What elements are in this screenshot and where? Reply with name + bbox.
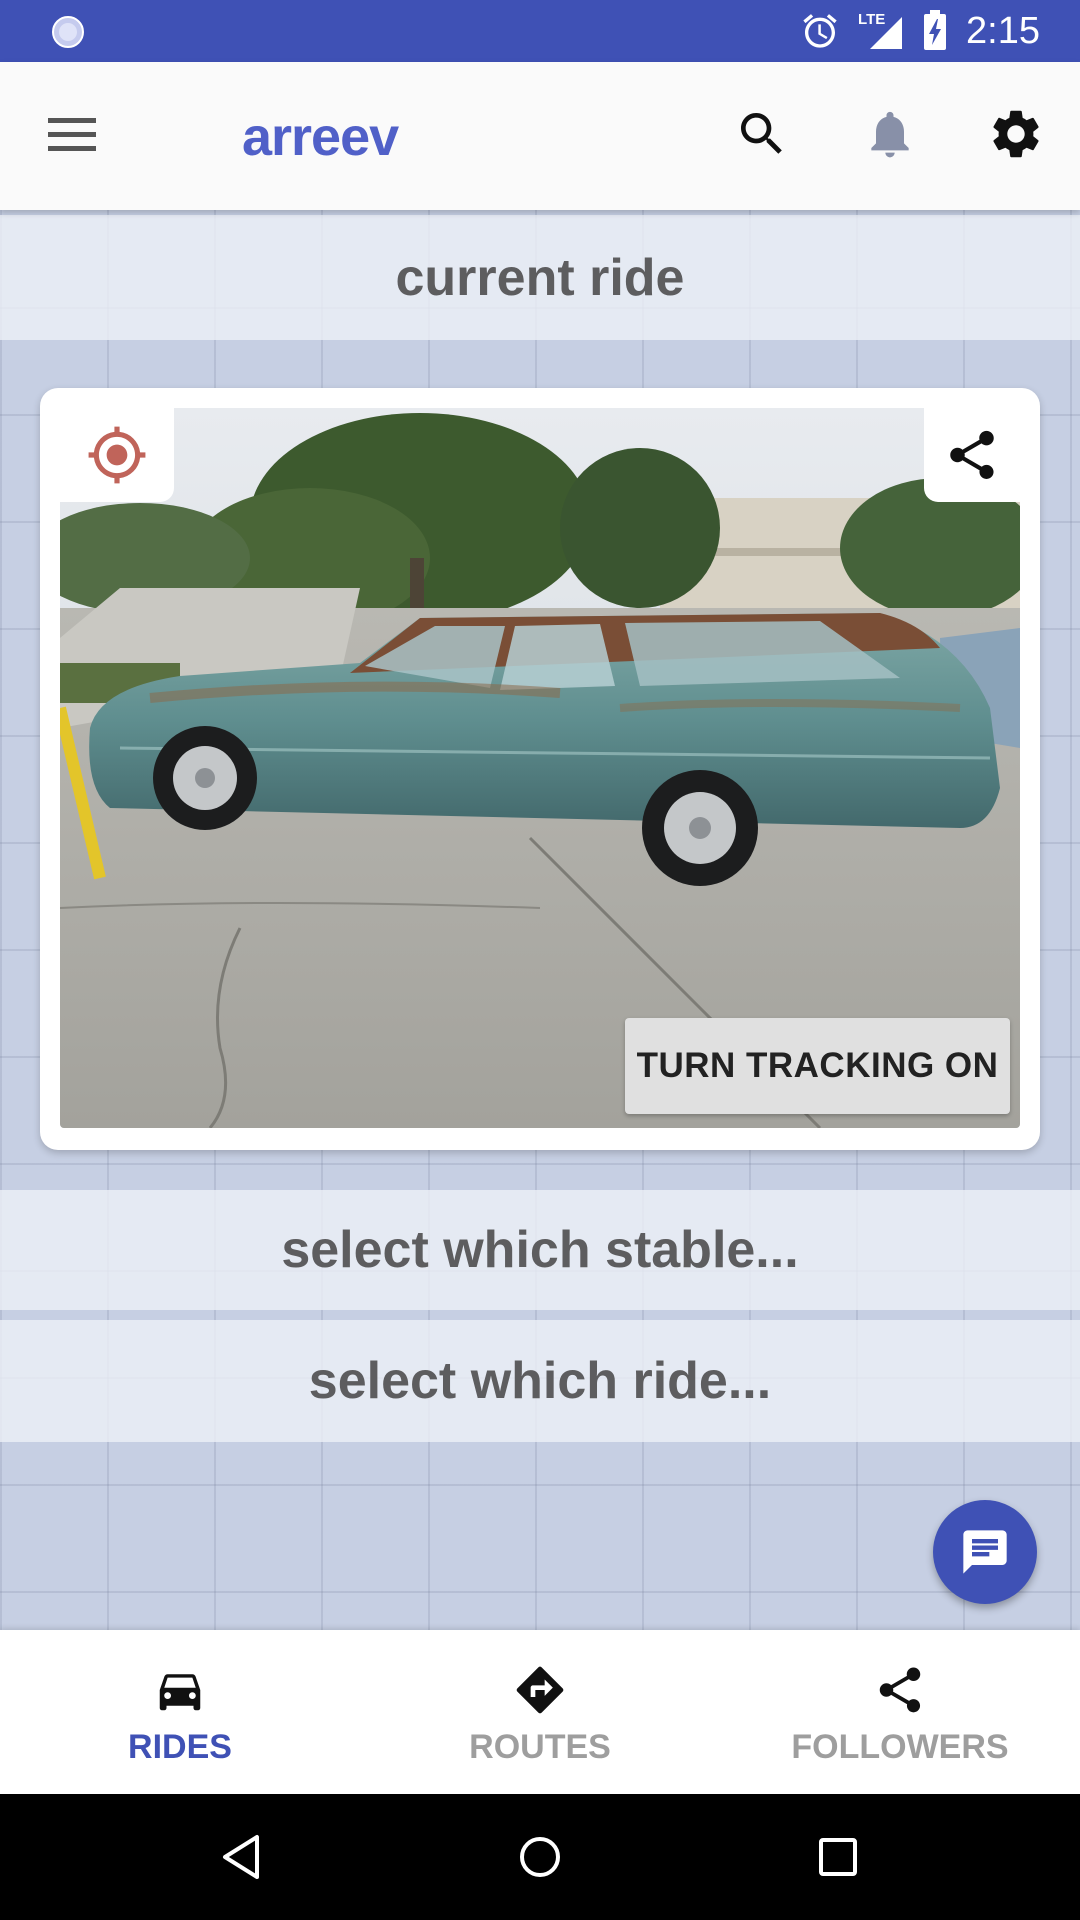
bottom-navigation: RIDES ROUTES FOLLOWERS: [0, 1630, 1080, 1794]
car-icon: [152, 1662, 208, 1718]
nav-tab-rides[interactable]: RIDES: [0, 1630, 360, 1794]
menu-icon[interactable]: [44, 112, 100, 158]
directions-icon: [512, 1662, 568, 1718]
my-location-icon: [88, 426, 146, 484]
select-stable-dropdown[interactable]: select which stable...: [0, 1190, 1080, 1310]
status-icons: LTE 2:15: [800, 8, 1040, 54]
chat-fab-button[interactable]: [933, 1500, 1037, 1604]
clock-time: 2:15: [966, 9, 1040, 52]
nav-tab-label: ROUTES: [469, 1728, 611, 1766]
select-ride-dropdown[interactable]: select which ride...: [0, 1320, 1080, 1442]
share-ride-button[interactable]: [924, 408, 1020, 502]
chat-message-icon: [963, 1530, 1007, 1574]
share-icon: [950, 430, 994, 479]
app-bar: arreev: [0, 62, 1080, 210]
my-location-button[interactable]: [60, 408, 174, 502]
home-icon[interactable]: [507, 1824, 573, 1890]
search-icon[interactable]: [730, 102, 794, 166]
status-bar: LTE 2:15: [0, 0, 1080, 62]
nav-tab-label: RIDES: [128, 1728, 232, 1766]
lte-signal-icon: LTE: [858, 11, 904, 51]
current-ride-header: current ride: [0, 215, 1080, 340]
alarm-icon: [803, 14, 837, 48]
app-title: arreev: [242, 107, 399, 167]
current-ride-card: TURN TRACKING ON: [40, 388, 1040, 1150]
system-navigation-bar: [0, 1794, 1080, 1920]
settings-gear-icon[interactable]: [984, 102, 1048, 166]
loading-spinner-icon: [50, 14, 86, 50]
nav-tab-routes[interactable]: ROUTES: [360, 1630, 720, 1794]
share-icon: [872, 1662, 928, 1718]
nav-tab-label: FOLLOWERS: [791, 1728, 1009, 1766]
notifications-bell-icon[interactable]: [858, 102, 922, 166]
recents-icon[interactable]: [805, 1824, 871, 1890]
nav-tab-followers[interactable]: FOLLOWERS: [720, 1630, 1080, 1794]
turn-tracking-on-button[interactable]: TURN TRACKING ON: [625, 1018, 1010, 1114]
battery-charging-icon: [924, 10, 947, 50]
back-icon[interactable]: [208, 1824, 274, 1890]
